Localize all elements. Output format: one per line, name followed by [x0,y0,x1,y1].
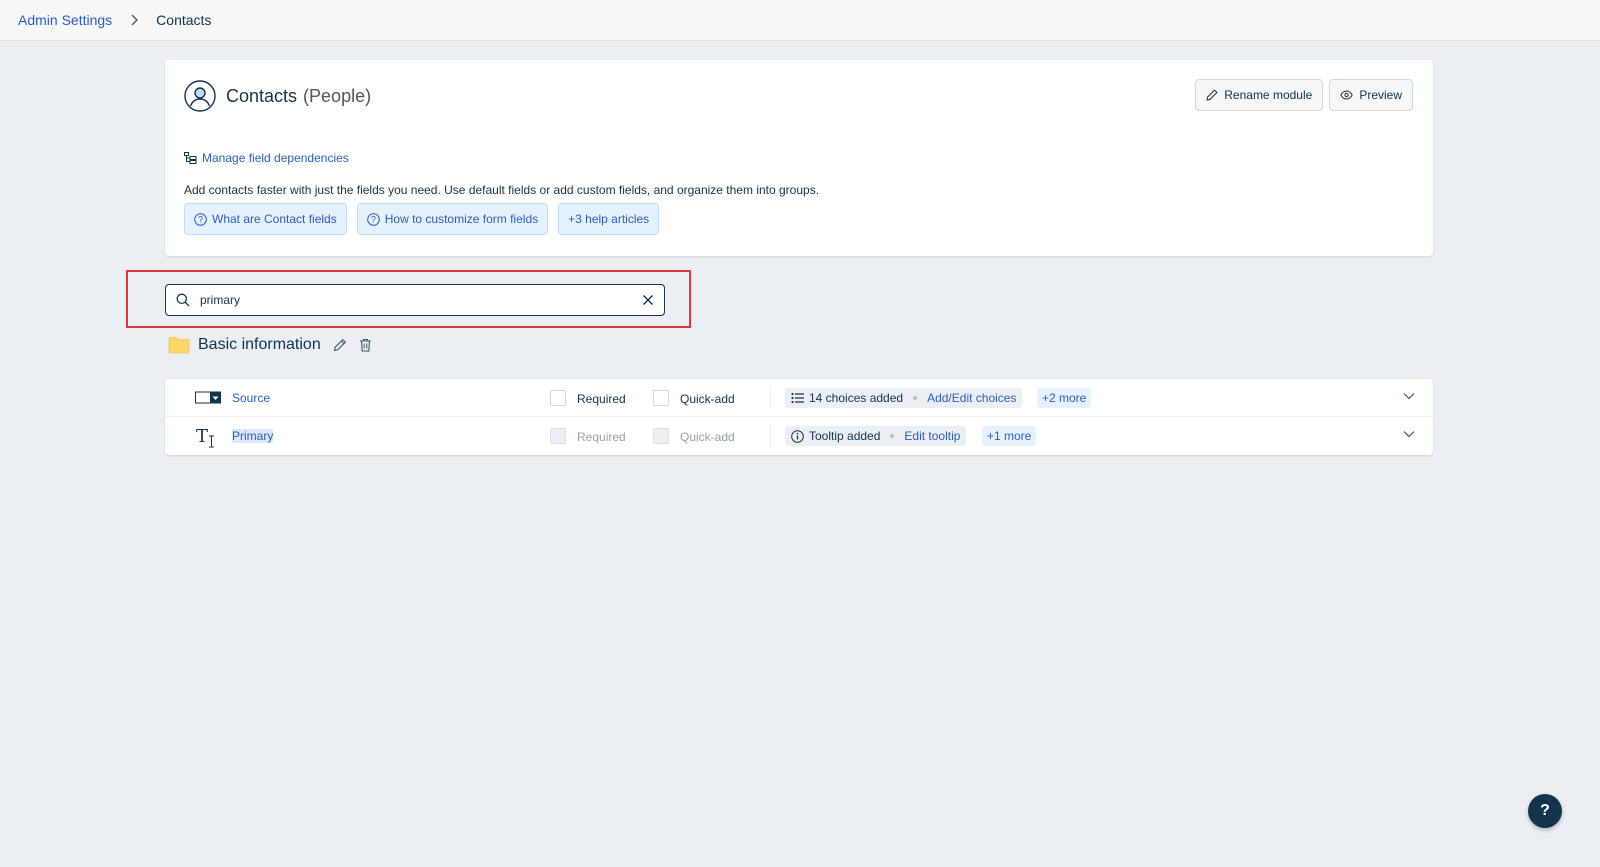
source-more-chip[interactable]: +2 more [1037,388,1092,408]
field-name-source[interactable]: Source [232,391,270,405]
module-actions: Rename module Preview [1195,79,1413,111]
help-contact-fields-link[interactable]: ? What are Contact fields [184,203,347,235]
help-customize-form-label: How to customize form fields [384,212,539,226]
clear-search-icon[interactable] [642,294,654,306]
field-row-primary[interactable]: T Primary Required Quick-add Tooltip add… [165,417,1433,455]
required-label-primary: Required [577,430,626,444]
text-field-icon: T [195,426,221,450]
dot-separator [890,434,895,438]
hierarchy-icon [184,152,197,164]
list-icon [791,392,804,404]
preview-button[interactable]: Preview [1329,79,1413,111]
question-circle-icon: ? [366,212,380,226]
rename-module-label: Rename module [1224,88,1313,102]
info-icon [791,429,804,443]
manage-dependencies-link[interactable]: Manage field dependencies [184,151,349,165]
quickadd-label-source: Quick-add [680,392,735,406]
rename-module-button[interactable]: Rename module [1195,79,1324,111]
search-input[interactable] [200,293,642,307]
question-circle-icon: ? [194,212,207,226]
chevron-down-icon[interactable] [1403,430,1415,438]
add-edit-choices-link[interactable]: Add/Edit choices [927,391,1016,405]
help-customize-form-link[interactable]: ? How to customize form fields [356,203,549,235]
group-header: Basic information [168,336,372,354]
tooltip-info-chip: Tooltip added Edit tooltip [785,426,967,446]
quickadd-checkbox-primary[interactable] [653,428,669,444]
edit-group-pencil-icon[interactable] [333,338,347,352]
required-label-source: Required [577,392,626,406]
field-name-primary[interactable]: Primary [232,429,274,443]
tooltip-info-text: Tooltip added [809,429,881,443]
help-fab-button[interactable]: ? [1528,794,1562,828]
search-icon [176,293,190,307]
fields-list: Source Required Quick-add 14 choices add… [165,379,1433,455]
help-contact-fields-label: What are Contact fields [212,212,337,226]
dot-separator [913,396,918,400]
breadcrumb-admin-settings-link[interactable]: Admin Settings [18,12,112,28]
field-search-box [165,284,665,316]
choices-info-chip: 14 choices added Add/Edit choices [785,388,1023,408]
breadcrumb: Admin Settings Contacts [0,0,1600,41]
folder-icon [168,336,190,354]
required-checkbox-primary[interactable] [550,428,566,444]
breadcrumb-current: Contacts [156,12,212,28]
help-links: ? What are Contact fields ? How to custo… [184,203,660,235]
pencil-icon [1206,89,1218,101]
manage-dependencies-label: Manage field dependencies [202,151,349,165]
chevron-right-icon [130,14,139,26]
contact-avatar-icon [184,80,216,112]
row-divider [770,425,771,447]
field-row-source[interactable]: Source Required Quick-add 14 choices add… [165,379,1433,417]
dropdown-field-icon [195,388,223,408]
chevron-down-icon[interactable] [1403,392,1415,400]
module-title-row: Contacts (People) [184,80,371,112]
primary-more-chip[interactable]: +1 more [982,426,1037,446]
svg-text:?: ? [371,214,376,224]
module-description: Add contacts faster with just the fields… [184,183,820,197]
quickadd-label-primary: Quick-add [680,430,735,444]
more-help-articles-label: +3 help articles [568,212,650,226]
module-card: Contacts (People) Add contacts faster wi… [165,60,1433,256]
group-title: Basic information [198,336,321,353]
svg-text:?: ? [198,214,203,224]
preview-label: Preview [1359,88,1402,102]
quickadd-checkbox-source[interactable] [653,390,669,406]
page-title: Contacts [226,85,298,106]
eye-icon [1340,90,1354,100]
row-divider [770,387,771,409]
page-subtitle: (People) [303,85,372,106]
edit-tooltip-link[interactable]: Edit tooltip [904,429,960,443]
choices-info-text: 14 choices added [809,391,904,405]
delete-group-trash-icon[interactable] [359,338,372,352]
svg-text:T: T [196,426,208,447]
required-checkbox-source[interactable] [550,390,566,406]
more-help-articles-link[interactable]: +3 help articles [558,203,660,235]
